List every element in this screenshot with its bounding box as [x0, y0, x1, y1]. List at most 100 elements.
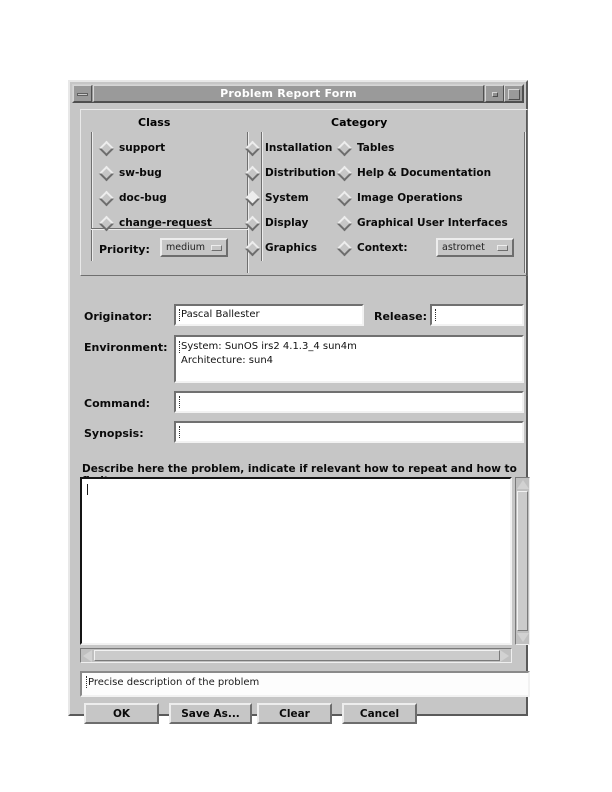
- originator-label: Originator:: [84, 310, 153, 323]
- category-right-rule: [524, 132, 526, 273]
- screenshot-canvas: Problem Report Form Class Category suppo…: [0, 0, 612, 792]
- release-label: Release:: [374, 310, 427, 323]
- class-option-label: sw-bug: [119, 167, 162, 179]
- radio-diamond-icon: [98, 215, 115, 231]
- save-as-button[interactable]: Save As...: [169, 703, 252, 724]
- category-option-label: Distribution: [265, 167, 336, 179]
- priority-value: medium: [166, 242, 206, 253]
- radio-diamond-icon: [98, 190, 115, 206]
- class-option-label: change-request: [119, 217, 212, 229]
- horizontal-scroll-thumb[interactable]: [94, 650, 500, 661]
- window-title-area: Problem Report Form: [93, 85, 484, 102]
- restore-button[interactable]: [485, 85, 504, 102]
- clear-button-label: Clear: [279, 707, 310, 720]
- text-caret: [435, 309, 437, 321]
- category-group-title: Category: [331, 116, 388, 129]
- status-message: Precise description of the problem: [88, 677, 260, 688]
- radio-diamond-icon: [244, 190, 261, 206]
- radio-diamond-icon: [98, 140, 115, 156]
- ok-button-label: OK: [112, 707, 131, 720]
- category-option-image-operations[interactable]: Image Operations: [336, 190, 463, 206]
- originator-value: Pascal Ballester: [181, 309, 260, 320]
- radio-diamond-icon: [244, 165, 261, 181]
- context-value: astromet: [442, 242, 485, 253]
- class-option-support[interactable]: support: [98, 140, 166, 156]
- text-caret: [87, 484, 88, 495]
- originator-input[interactable]: Pascal Ballester: [174, 304, 364, 326]
- radio-diamond-icon: [336, 215, 353, 231]
- category-option-label: Installation: [265, 142, 333, 154]
- scroll-down-arrow-icon[interactable]: [517, 633, 529, 642]
- category-option-label: Image Operations: [357, 192, 463, 204]
- problem-report-window: Problem Report Form Class Category suppo…: [68, 80, 530, 724]
- category-option-label: System: [265, 192, 309, 204]
- radio-diamond-icon: [98, 165, 115, 181]
- class-option-label: support: [119, 142, 166, 154]
- priority-dropdown[interactable]: medium: [160, 238, 228, 257]
- radio-diamond-icon: [336, 240, 353, 256]
- maximize-button[interactable]: [504, 85, 523, 102]
- category-option-label: Display: [265, 217, 309, 229]
- scroll-up-arrow-icon[interactable]: [517, 480, 529, 489]
- dropdown-grip-icon: [497, 244, 508, 251]
- ok-button[interactable]: OK: [84, 703, 159, 724]
- text-caret: [179, 396, 181, 408]
- class-option-sw-bug[interactable]: sw-bug: [98, 165, 162, 181]
- context-label: Context:: [357, 242, 408, 254]
- class-category-panel: Class Category support sw-bug doc-bug ch…: [80, 109, 528, 276]
- category-option-context[interactable]: Context:: [336, 240, 408, 256]
- category-option-distribution[interactable]: Distribution: [244, 165, 336, 181]
- radio-diamond-icon: [244, 240, 261, 256]
- class-option-doc-bug[interactable]: doc-bug: [98, 190, 167, 206]
- category-option-graphics[interactable]: Graphics: [244, 240, 317, 256]
- description-textarea[interactable]: [80, 477, 512, 645]
- category-option-label: Help & Documentation: [357, 167, 492, 179]
- priority-label: Priority:: [99, 243, 150, 256]
- environment-line1: System: SunOS irs2 4.1.3_4 sun4m: [181, 341, 357, 352]
- category-option-label: Tables: [357, 142, 395, 154]
- radio-diamond-icon: [336, 140, 353, 156]
- release-input[interactable]: [430, 304, 524, 326]
- category-option-label: Graphical User Interfaces: [357, 217, 508, 229]
- minimize-icon: [77, 93, 88, 96]
- class-group-title: Class: [138, 116, 171, 129]
- synopsis-input[interactable]: [174, 421, 524, 443]
- radio-diamond-icon: [244, 140, 261, 156]
- category-option-label: Graphics: [265, 242, 317, 254]
- radio-diamond-icon: [336, 165, 353, 181]
- text-caret: [179, 426, 181, 438]
- minimize-button[interactable]: [73, 85, 92, 102]
- save-as-button-label: Save As...: [181, 707, 240, 720]
- class-left-rule: [91, 132, 93, 261]
- class-option-change-request[interactable]: change-request: [98, 215, 212, 231]
- environment-label: Environment:: [84, 341, 168, 354]
- radio-diamond-icon: [244, 215, 261, 231]
- category-option-display[interactable]: Display: [244, 215, 309, 231]
- status-field[interactable]: Precise description of the problem: [80, 671, 530, 697]
- vertical-scroll-thumb[interactable]: [517, 491, 528, 631]
- category-option-graphical-user-interfaces[interactable]: Graphical User Interfaces: [336, 215, 508, 231]
- category-option-installation[interactable]: Installation: [244, 140, 333, 156]
- window-title: Problem Report Form: [220, 87, 357, 100]
- command-label: Command:: [84, 397, 151, 410]
- class-option-label: doc-bug: [119, 192, 167, 204]
- maximize-icon: [508, 89, 520, 100]
- category-option-tables[interactable]: Tables: [336, 140, 395, 156]
- scroll-left-arrow-icon[interactable]: [83, 650, 92, 662]
- window-client-area: Class Category support sw-bug doc-bug ch…: [74, 105, 530, 724]
- context-dropdown[interactable]: astromet: [436, 238, 514, 257]
- cancel-button-label: Cancel: [359, 707, 400, 720]
- cancel-button[interactable]: Cancel: [342, 703, 417, 724]
- clear-button[interactable]: Clear: [257, 703, 332, 724]
- window-titlebar[interactable]: Problem Report Form: [72, 84, 524, 103]
- category-option-system[interactable]: System: [244, 190, 309, 206]
- category-option-help-documentation[interactable]: Help & Documentation: [336, 165, 492, 181]
- description-vertical-scrollbar[interactable]: [515, 477, 530, 645]
- description-horizontal-scrollbar[interactable]: [80, 648, 512, 663]
- environment-textarea[interactable]: System: SunOS irs2 4.1.3_4 sun4m Archite…: [174, 335, 524, 383]
- dropdown-grip-icon: [211, 244, 222, 251]
- scroll-right-arrow-icon[interactable]: [500, 650, 509, 662]
- synopsis-label: Synopsis:: [84, 427, 144, 440]
- command-input[interactable]: [174, 391, 524, 413]
- environment-line2: Architecture: sun4: [181, 355, 274, 366]
